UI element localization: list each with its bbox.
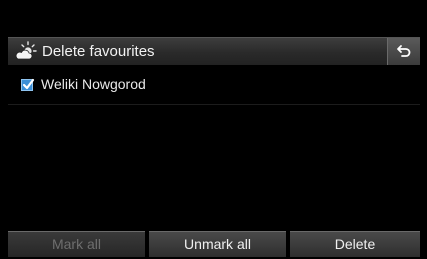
favourites-list: Weliki Nowgorod xyxy=(8,65,420,105)
list-item-label: Weliki Nowgorod xyxy=(41,76,146,92)
list-item[interactable]: Weliki Nowgorod xyxy=(8,65,420,105)
weather-sun-cloud-icon xyxy=(15,41,37,61)
checkbox-checked[interactable] xyxy=(21,78,35,91)
delete-button[interactable]: Delete xyxy=(290,231,420,257)
unmark-all-button[interactable]: Unmark all xyxy=(149,231,286,257)
checkmark-icon xyxy=(22,78,35,90)
back-arrow-icon xyxy=(397,45,411,57)
title-bar: Delete favourites xyxy=(8,37,420,65)
back-button[interactable] xyxy=(387,38,420,65)
mark-all-button[interactable]: Mark all xyxy=(8,231,145,257)
bottom-button-bar: Mark all Unmark all Delete xyxy=(8,231,420,257)
page-title: Delete favourites xyxy=(42,43,155,60)
screen: Delete favourites Weliki Nowgorod Mark a… xyxy=(0,0,427,259)
